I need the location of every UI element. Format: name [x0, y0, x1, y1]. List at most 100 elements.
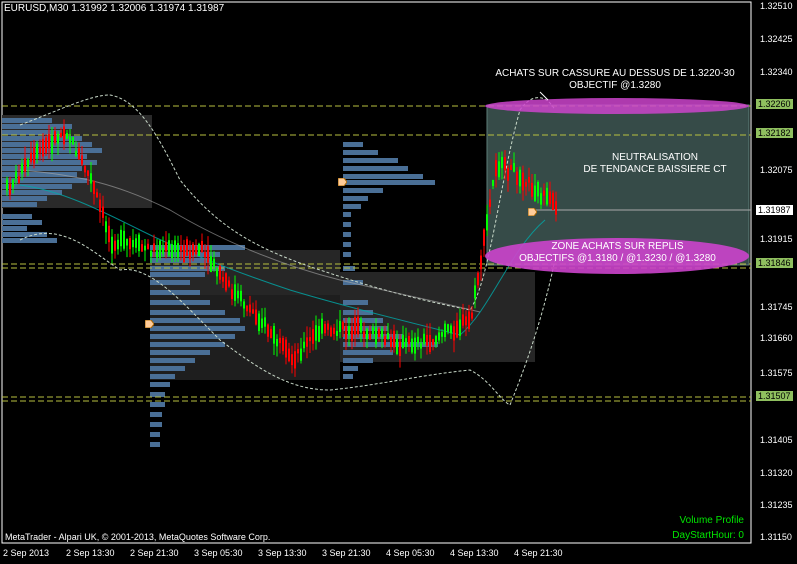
pullback-annotation: ZONE ACHATS SUR REPLIS OBJECTIFS @1.3180…	[490, 241, 745, 265]
candle-body	[165, 242, 167, 252]
price-tick-label: 1.32340	[760, 67, 793, 77]
candle-body	[84, 166, 86, 173]
candle-body	[342, 321, 344, 330]
candle-body	[291, 354, 293, 366]
candle-body	[438, 332, 440, 341]
breakout-target-ellipse	[485, 98, 749, 114]
candle-body	[495, 160, 497, 177]
volume-profile-marker-icon[interactable]	[145, 320, 154, 328]
candle-body	[201, 240, 203, 252]
candle-body	[153, 243, 155, 252]
candle-body	[21, 163, 23, 174]
candle-body	[297, 349, 299, 354]
symbol-ohlc-header: EURUSD,M30 1.31992 1.32006 1.31974 1.319…	[4, 3, 225, 14]
candle-body	[120, 229, 122, 247]
candle-body	[33, 147, 35, 164]
candle-body	[354, 317, 356, 335]
candle-body	[546, 187, 548, 205]
candle-body	[72, 137, 74, 145]
candle-body	[114, 240, 116, 251]
candle-body	[381, 329, 383, 337]
candle-body	[240, 290, 242, 302]
candle-body	[105, 221, 107, 233]
candle-body	[228, 280, 230, 287]
price-tick-label: 1.31987	[756, 205, 793, 215]
candle-body	[408, 336, 410, 345]
candle-body	[213, 258, 215, 268]
candle-body	[267, 324, 269, 337]
candle-body	[534, 185, 536, 201]
candle-body	[507, 167, 509, 181]
breakout-annotation: ACHATS SUR CASSURE AU DESSUS DE 1.3220-3…	[470, 68, 760, 92]
candle-body	[462, 314, 464, 326]
candle-body	[111, 236, 113, 254]
candle-body	[339, 320, 341, 332]
price-tick-label: 1.31507	[756, 391, 793, 401]
candle-body	[141, 244, 143, 252]
candle-body	[210, 256, 212, 272]
candle-body	[552, 192, 554, 211]
price-tick-label: 1.31915	[760, 234, 793, 244]
candle-body	[195, 246, 197, 255]
candle-body	[417, 336, 419, 344]
candle-body	[555, 201, 557, 215]
time-tick-label: 4 Sep 13:30	[450, 548, 499, 558]
neutral-annotation: NEUTRALISATION DE TENDANCE BAISSIERE CT	[560, 152, 750, 176]
candle-body	[414, 337, 416, 354]
time-tick-label: 3 Sep 13:30	[258, 548, 307, 558]
candle-body	[237, 290, 239, 299]
candle-body	[222, 276, 224, 282]
candle-body	[18, 176, 20, 183]
candle-body	[537, 181, 539, 197]
candle-body	[333, 327, 335, 335]
candle-body	[513, 163, 515, 172]
candle-body	[348, 326, 350, 336]
candle-body	[444, 323, 446, 338]
candle-body	[531, 182, 533, 197]
candle-body	[426, 334, 428, 346]
candle-body	[390, 337, 392, 347]
price-tick-label: 1.31846	[756, 258, 793, 268]
time-tick-label: 4 Sep 21:30	[514, 548, 563, 558]
price-tick-label: 1.32182	[756, 128, 793, 138]
candle-body	[246, 305, 248, 312]
candle-body	[411, 338, 413, 353]
volume-profile-marker-icon[interactable]	[338, 178, 347, 186]
candle-body	[279, 337, 281, 344]
price-tick-label: 1.31660	[760, 333, 793, 343]
volume-profile-marker-icon[interactable]	[528, 208, 537, 216]
candle-body	[492, 180, 494, 186]
candle-body	[225, 273, 227, 291]
candle-body	[24, 158, 26, 172]
candle-body	[123, 230, 125, 249]
candle-body	[459, 319, 461, 336]
candle-body	[96, 192, 98, 198]
time-tick-label: 2 Sep 2013	[3, 548, 50, 558]
candle-body	[285, 339, 287, 358]
price-tick-label: 1.31150	[760, 532, 792, 542]
indicator-param: DayStartHour: 0	[672, 530, 744, 541]
indicator-name: Volume Profile	[679, 515, 744, 526]
candle-body	[135, 238, 137, 248]
candle-body	[270, 328, 272, 339]
candle-body	[399, 341, 401, 357]
candle-body	[255, 309, 257, 325]
candle-body	[75, 151, 77, 156]
candle-body	[51, 136, 53, 154]
candle-body	[243, 301, 245, 309]
candle-body	[510, 165, 512, 171]
candle-body	[189, 250, 191, 260]
candle-body	[384, 336, 386, 346]
candle-body	[102, 206, 104, 218]
candle-body	[138, 234, 140, 252]
price-tick-label: 1.32510	[760, 1, 793, 11]
candle-body	[168, 240, 170, 256]
price-tick-label: 1.32425	[760, 34, 793, 44]
candle-body	[258, 313, 260, 332]
candle-body	[300, 348, 302, 361]
candle-body	[57, 134, 59, 144]
candle-body	[93, 181, 95, 195]
chart-window[interactable]: EURUSD,M30 1.31992 1.32006 1.31974 1.319…	[0, 0, 797, 564]
candle-body	[87, 170, 89, 176]
candle-body	[519, 169, 521, 187]
